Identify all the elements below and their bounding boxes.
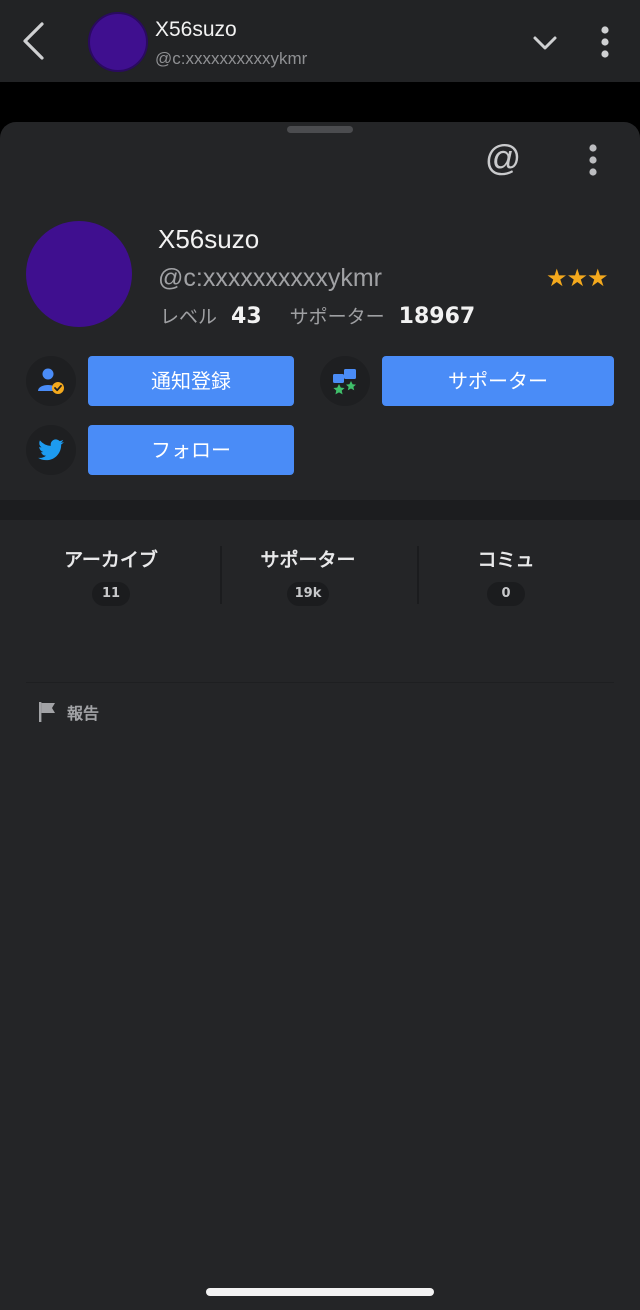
- level-value: 43: [231, 304, 262, 329]
- tab-supporters-count: 19k: [286, 582, 330, 606]
- tab-community-label: コミュ: [477, 549, 535, 571]
- tab-community-count: 0: [487, 582, 525, 606]
- supporter-icon-badge: [320, 356, 370, 406]
- supporter-count-value: 18967: [398, 304, 476, 329]
- header-name: X56suzo: [155, 18, 237, 41]
- subscribe-icon-badge: [26, 356, 76, 406]
- back-icon: [23, 22, 44, 60]
- tab-separator: [220, 546, 222, 604]
- subscribe-button[interactable]: 通知登録: [88, 356, 294, 406]
- avatar[interactable]: [26, 221, 132, 327]
- flag-icon: [39, 702, 55, 722]
- user-check-icon: [38, 368, 64, 394]
- profile-handle: @c:xxxxxxxxxxykmr: [158, 264, 382, 292]
- mention-button[interactable]: @: [482, 138, 524, 180]
- at-icon: @: [484, 137, 522, 178]
- chevron-down-icon: [533, 36, 557, 50]
- tab-supporters[interactable]: サポーター 19k: [210, 545, 406, 606]
- twitter-icon-badge: [26, 425, 76, 475]
- more-vertical-icon: [589, 144, 597, 176]
- rating-stars: ★★★: [546, 264, 609, 292]
- report-link[interactable]: 報告: [38, 700, 99, 724]
- profile-tabs: アーカイブ 11 サポーター 19k コミュ 0: [0, 545, 640, 615]
- twitter-icon: [38, 439, 64, 461]
- header-handle: @c:xxxxxxxxxxykmr: [155, 49, 308, 68]
- profile-stats: レベル 43 サポーター 18967: [160, 302, 475, 332]
- content-divider: [26, 682, 614, 683]
- follow-button[interactable]: フォロー: [88, 425, 294, 475]
- header-avatar[interactable]: [88, 12, 148, 72]
- tab-supporters-label: サポーター: [260, 549, 356, 571]
- expand-button[interactable]: [528, 26, 562, 60]
- supporter-count-label: サポーター: [289, 306, 385, 328]
- profile-name: X56suzo: [158, 224, 260, 254]
- tab-separator: [417, 546, 419, 604]
- header-more-button[interactable]: [592, 22, 618, 62]
- level-label: レベル: [160, 306, 218, 328]
- supporter-button[interactable]: サポーター: [382, 356, 614, 406]
- tab-archive-label: アーカイブ: [64, 549, 158, 571]
- profile-more-button[interactable]: [580, 140, 606, 180]
- report-label: 報告: [67, 704, 100, 723]
- supporter-icon: [333, 369, 356, 395]
- sheet-grabber[interactable]: [287, 126, 353, 133]
- home-indicator: [206, 1288, 434, 1296]
- section-divider: [0, 500, 640, 520]
- tab-archive-count: 11: [92, 582, 130, 606]
- top-app-bar: X56suzo @c:xxxxxxxxxxykmr: [0, 0, 640, 82]
- tab-community[interactable]: コミュ 0: [408, 545, 604, 606]
- more-vertical-icon: [601, 26, 609, 58]
- tab-archive[interactable]: アーカイブ 11: [13, 545, 209, 606]
- back-button[interactable]: [14, 20, 54, 62]
